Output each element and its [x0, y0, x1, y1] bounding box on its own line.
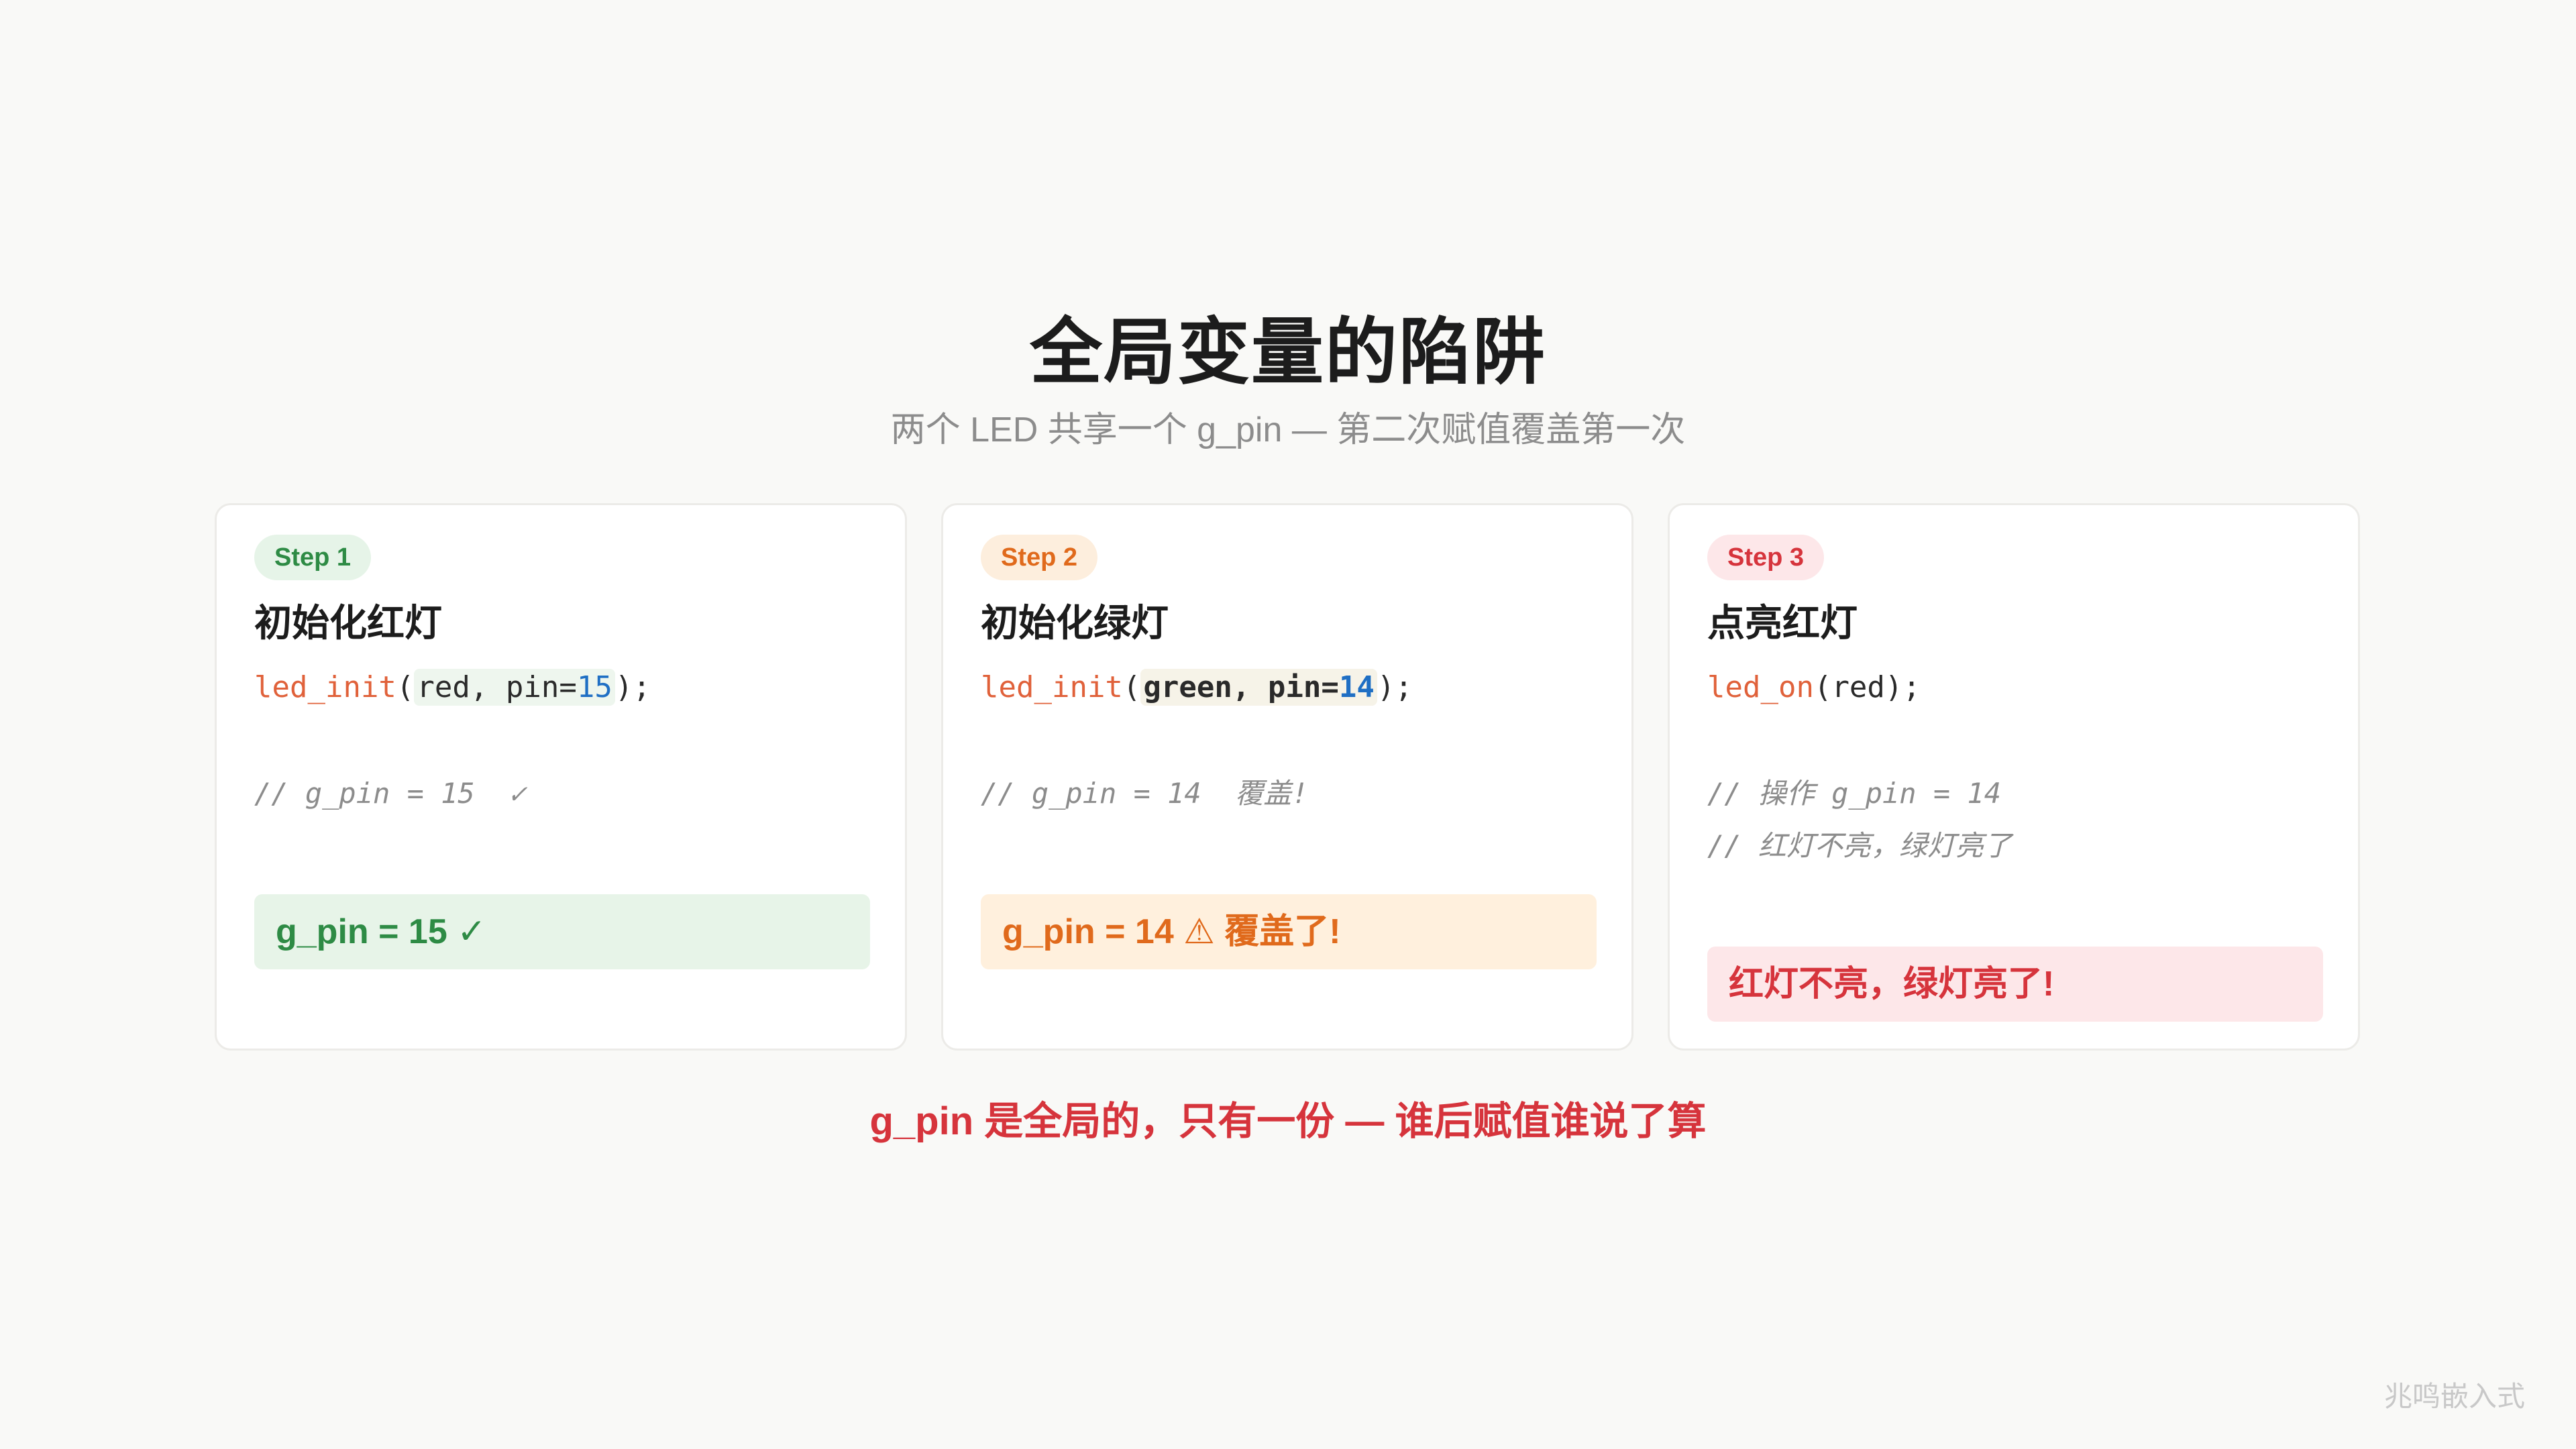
- code-paren-open: (: [1122, 670, 1141, 704]
- code-paren-close: );: [1377, 670, 1413, 704]
- code-rest: (red);: [1813, 670, 1921, 704]
- step-card-2: Step 2 初始化绿灯 led_init(green, pin=14); //…: [941, 503, 1633, 1051]
- code-function: led_init: [981, 670, 1123, 704]
- code-line: led_on(red);: [1707, 666, 1921, 709]
- code-args: red, pin=15: [414, 669, 615, 706]
- step-card-1: Step 1 初始化红灯 led_init(red, pin=15); // g…: [215, 503, 907, 1051]
- card-title: 初始化绿灯: [981, 602, 1169, 644]
- code-line: led_init(red, pin=15);: [254, 666, 651, 709]
- takeaway-text: g_pin 是全局的，只有一份 — 谁后赋值谁说了算: [869, 1099, 1707, 1143]
- code-arg-text: red, pin=: [417, 670, 577, 704]
- code-comment: // g_pin = 14 覆盖!: [981, 777, 1309, 810]
- page-subtitle: 两个 LED 共享一个 g_pin — 第二次赋值覆盖第一次: [890, 411, 1686, 449]
- code-arg-number: 15: [576, 670, 612, 704]
- result-banner: g_pin = 15 ✓: [254, 894, 870, 969]
- card-title: 点亮红灯: [1707, 602, 1858, 644]
- step-badge: Step 1: [254, 535, 372, 580]
- result-banner: g_pin = 14 ⚠ 覆盖了!: [981, 894, 1597, 969]
- watermark: 兆鸣嵌入式: [2383, 1381, 2525, 1412]
- step-badge: Step 2: [981, 535, 1098, 580]
- step-card-3: Step 3 点亮红灯 led_on(red); // 操作 g_pin = 1…: [1668, 503, 2360, 1051]
- page-title: 全局变量的陷阱: [1029, 311, 1546, 392]
- code-line: led_init(green, pin=14);: [981, 666, 1413, 709]
- code-comment: // 红灯不亮，绿灯亮了: [1707, 829, 2012, 862]
- code-paren-open: (: [396, 670, 415, 704]
- code-function: led_on: [1707, 670, 1814, 704]
- code-arg-number: 14: [1338, 670, 1375, 704]
- code-comment: // 操作 g_pin = 14: [1707, 777, 2002, 810]
- card-title: 初始化红灯: [254, 602, 442, 644]
- code-paren-close: );: [614, 670, 651, 704]
- code-comment: // g_pin = 15 ✓: [254, 777, 526, 810]
- code-args: green, pin=14: [1140, 669, 1377, 706]
- code-arg-text: green, pin=: [1143, 670, 1339, 704]
- step-badge: Step 3: [1707, 535, 1825, 580]
- result-banner: 红灯不亮，绿灯亮了!: [1707, 947, 2323, 1022]
- code-function: led_init: [254, 670, 396, 704]
